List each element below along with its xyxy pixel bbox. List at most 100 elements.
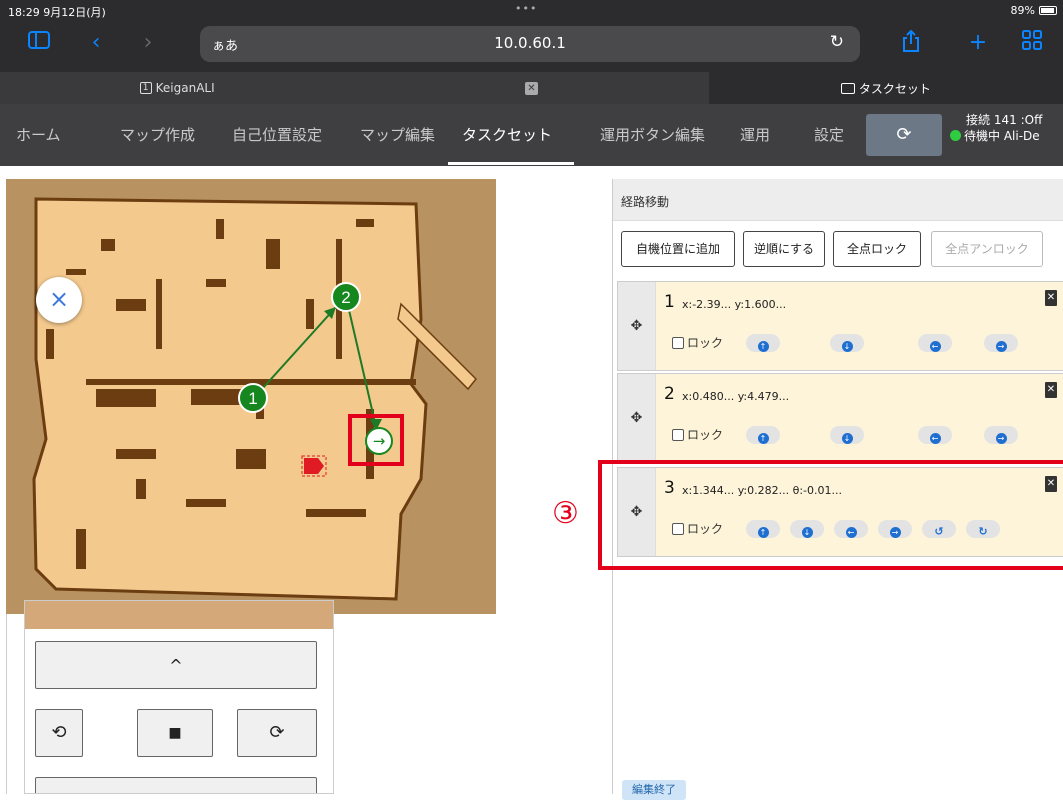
annotation-box-row — [598, 460, 1063, 570]
map-view[interactable]: 1 2 → — [6, 179, 496, 614]
arrow-down-icon: ↓ — [841, 341, 853, 352]
new-tab-icon[interactable]: + — [966, 30, 990, 56]
close-icon: × — [48, 285, 70, 313]
stop-icon: ■ — [168, 725, 182, 741]
annotation-box-map — [348, 414, 404, 466]
sidebar-icon[interactable] — [26, 30, 52, 56]
lock-label: ロック — [687, 336, 724, 350]
tab-overview-icon[interactable] — [1020, 30, 1044, 56]
nav-op-button-edit[interactable]: 運用ボタン編集 — [600, 124, 705, 145]
panel-title: 経路移動 — [613, 179, 1063, 221]
manual-control-panel: ^ ⟲ ■ ⟳ — [24, 600, 334, 794]
share-icon[interactable] — [900, 29, 922, 56]
add-self-position-button[interactable]: 自機位置に追加 — [621, 231, 735, 267]
robot-status: 待機中 — [964, 129, 1001, 143]
lock-checkbox[interactable]: ロック — [672, 426, 723, 443]
sync-button[interactable]: ⟳ — [866, 114, 942, 156]
checkbox-icon — [672, 337, 684, 349]
delete-icon[interactable]: ✕ — [1045, 382, 1057, 398]
browser-chrome: 18:29 9月12日(月) ••• 89% ‹ › ぁあ 10.0.60.1 … — [0, 0, 1063, 104]
tab-label: KeiganALI — [155, 81, 215, 95]
arrow-left-icon: ← — [929, 341, 941, 352]
status-bar: 18:29 9月12日(月) ••• 89% — [0, 0, 1063, 20]
robot-name: Ali-De — [1003, 129, 1040, 143]
connection-label: 接続 — [966, 113, 991, 127]
lock-all-button[interactable]: 全点ロック — [833, 231, 921, 267]
browser-tab-blank[interactable]: ✕ — [354, 72, 709, 104]
divider — [6, 614, 7, 794]
rotate-left-icon: ⟲ — [51, 722, 67, 743]
back-icon[interactable]: ‹ — [86, 30, 106, 56]
waypoint-1-label: 1 — [248, 389, 257, 408]
stop-button[interactable]: ■ — [137, 709, 213, 757]
rotate-left-button[interactable]: ⟲ — [35, 709, 83, 757]
backward-button[interactable] — [35, 777, 317, 793]
chevron-up-icon: ^ — [169, 656, 183, 675]
arrow-right-icon: → — [995, 341, 1007, 352]
connection-value: 141 — [993, 113, 1017, 127]
waypoint-number: 1 — [664, 292, 675, 312]
waypoint-number: 2 — [664, 384, 675, 404]
forward-icon[interactable]: › — [138, 30, 158, 56]
app-nav: ホーム マップ作成 自己位置設定 マップ編集 タスクセット 運用ボタン編集 運用… — [0, 104, 1063, 166]
delete-icon[interactable]: ✕ — [1045, 290, 1057, 306]
browser-tabs: 1 KeiganALI ✕ タスクセット — [0, 72, 1063, 104]
browser-tab-taskset[interactable]: タスクセット — [708, 72, 1063, 104]
nav-home[interactable]: ホーム — [16, 124, 61, 145]
move-left-button[interactable]: ← — [918, 426, 952, 444]
move-up-button[interactable]: ↑ — [746, 334, 780, 352]
page-icon — [840, 82, 855, 94]
status-date: 9月12日(月) — [43, 6, 106, 19]
control-panel-header — [25, 601, 333, 629]
arrow-up-icon: ↑ — [757, 433, 769, 444]
nav-operation[interactable]: 運用 — [740, 124, 770, 145]
address-bar[interactable]: ぁあ 10.0.60.1 ↻ — [200, 26, 860, 62]
move-right-button[interactable]: → — [984, 334, 1018, 352]
move-left-button[interactable]: ← — [918, 334, 952, 352]
move-down-button[interactable]: ↓ — [830, 334, 864, 352]
waypoint-2-marker[interactable]: 2 — [331, 282, 361, 312]
close-tab-icon[interactable]: ✕ — [524, 81, 538, 95]
tab-label: タスクセット — [858, 81, 931, 96]
drag-handle-icon[interactable]: ✥ — [618, 282, 656, 370]
sync-icon: ⟳ — [896, 124, 912, 145]
waypoint-1-marker[interactable]: 1 — [238, 383, 268, 413]
nav-settings[interactable]: 設定 — [814, 124, 844, 145]
close-map-button[interactable]: × — [36, 277, 82, 323]
rotate-right-button[interactable]: ⟳ — [237, 709, 317, 757]
reload-icon[interactable]: ↻ — [830, 32, 844, 52]
battery-percent: 89% — [1010, 4, 1035, 17]
nav-map-edit[interactable]: マップ編集 — [360, 124, 435, 145]
move-up-button[interactable]: ↑ — [746, 426, 780, 444]
connection-state: :Off — [1020, 113, 1043, 127]
status-dot-icon — [950, 130, 961, 141]
waypoint-row-1[interactable]: ✥ 1 x:-2.39... y:1.600... ✕ ロック ↑ ↓ ← → — [617, 281, 1063, 371]
nav-self-position[interactable]: 自己位置設定 — [232, 124, 322, 145]
arrow-up-icon: ↑ — [757, 341, 769, 352]
active-tab-indicator — [448, 162, 574, 165]
waypoint-coords: x:0.480... y:4.479... — [682, 390, 790, 403]
browser-tab-keiganali[interactable]: 1 KeiganALI — [0, 72, 355, 104]
status-time: 18:29 — [8, 6, 40, 19]
multitask-dots[interactable]: ••• — [515, 2, 537, 15]
reverse-order-button[interactable]: 逆順にする — [743, 231, 825, 267]
url-text[interactable]: 10.0.60.1 — [200, 34, 860, 52]
map-canvas[interactable]: 1 2 → — [6, 179, 496, 614]
unlock-all-button[interactable]: 全点アンロック — [931, 231, 1043, 267]
move-down-button[interactable]: ↓ — [830, 426, 864, 444]
edit-end-button[interactable]: 編集終了 — [622, 780, 686, 800]
annotation-label: ③ — [552, 496, 579, 531]
checkbox-icon — [672, 429, 684, 441]
waypoint-2-label: 2 — [341, 288, 350, 307]
forward-button[interactable]: ^ — [35, 641, 317, 689]
move-right-button[interactable]: → — [984, 426, 1018, 444]
arrow-left-icon: ← — [929, 433, 941, 444]
connection-status: 接続 141 :Off 待機中 Ali-De — [950, 112, 1042, 144]
nav-taskset[interactable]: タスクセット — [462, 124, 552, 145]
battery-icon — [1039, 6, 1057, 15]
nav-map-create[interactable]: マップ作成 — [120, 124, 195, 145]
waypoint-row-2[interactable]: ✥ 2 x:0.480... y:4.479... ✕ ロック ↑ ↓ ← → — [617, 373, 1063, 463]
arrow-down-icon: ↓ — [841, 433, 853, 444]
lock-checkbox[interactable]: ロック — [672, 334, 723, 351]
drag-handle-icon[interactable]: ✥ — [618, 374, 656, 462]
